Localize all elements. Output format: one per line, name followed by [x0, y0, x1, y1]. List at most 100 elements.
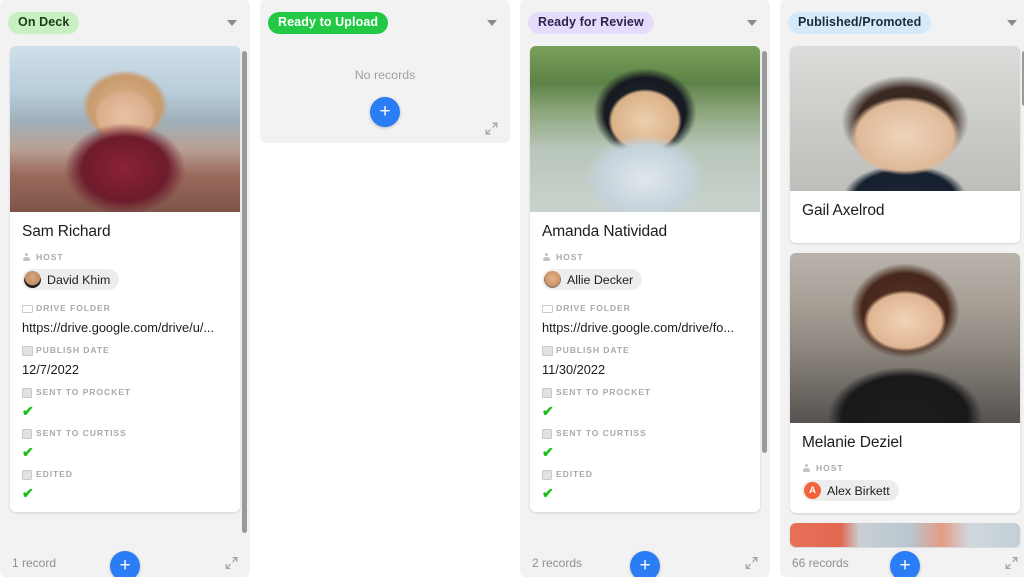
- field-label: PUBLISH DATE: [542, 345, 748, 357]
- chevron-down-icon[interactable]: [747, 20, 757, 26]
- field-label-text: SENT TO CURTISS: [556, 428, 647, 438]
- expand-icon[interactable]: [485, 122, 498, 135]
- expand-icon[interactable]: [225, 556, 238, 569]
- column-tag-ready-to-upload: Ready to Upload: [268, 11, 389, 35]
- user-chip-name: David Khim: [47, 272, 111, 287]
- card[interactable]: [790, 523, 1020, 547]
- field-drive-folder: DRIVE FOLDER https://drive.google.com/dri…: [542, 303, 748, 335]
- checkbox-icon: [542, 387, 553, 399]
- expand-icon[interactable]: [1005, 556, 1018, 569]
- avatar: [544, 271, 561, 288]
- person-icon: [22, 252, 31, 262]
- column-header-on-deck: On Deck: [0, 0, 250, 46]
- card[interactable]: Melanie Deziel HOST A Alex Birkett: [790, 253, 1020, 513]
- calendar-icon: [22, 346, 33, 357]
- field-label: DRIVE FOLDER: [22, 303, 228, 313]
- field-host: HOST David Khim: [22, 252, 228, 293]
- field-value: https://drive.google.com/drive/u/...: [22, 320, 215, 335]
- column-ready-to-upload: Ready to Upload No records +: [260, 0, 510, 143]
- chevron-down-icon[interactable]: [487, 20, 497, 26]
- field-label-text: EDITED: [556, 469, 593, 479]
- card-title: Amanda Natividad: [542, 223, 668, 240]
- column-scrollbar[interactable]: [242, 51, 247, 533]
- checkbox-icon: [542, 469, 553, 481]
- field-label: HOST: [542, 252, 748, 262]
- column-header-ready-for-review: Ready for Review: [520, 0, 770, 46]
- field-label: EDITED: [22, 469, 228, 481]
- field-label: HOST: [22, 252, 228, 262]
- column-body-ready-for-review[interactable]: Amanda Natividad HOST Allie Decker DRIVE FO…: [520, 46, 770, 548]
- field-label-text: SENT TO PROCKET: [36, 387, 131, 397]
- field-sent-to-procket: SENT TO PROCKET ✔: [542, 387, 748, 418]
- checkbox-value: ✔: [542, 485, 554, 501]
- avatar: [24, 271, 41, 288]
- checkbox-icon: [22, 428, 33, 440]
- field-publish-date: PUBLISH DATE 12/7/2022: [22, 345, 228, 377]
- user-chip[interactable]: Allie Decker: [542, 269, 643, 290]
- checkbox-icon: [22, 387, 33, 399]
- person-icon: [542, 252, 551, 262]
- field-label-text: DRIVE FOLDER: [36, 303, 111, 313]
- add-record-button[interactable]: +: [890, 551, 920, 577]
- card-photo: [790, 253, 1020, 423]
- checkbox-value: ✔: [22, 403, 34, 419]
- field-label-text: PUBLISH DATE: [556, 345, 630, 355]
- checkbox-value: ✔: [22, 485, 34, 501]
- field-label-text: HOST: [816, 463, 844, 473]
- card-title: Gail Axelrod: [802, 202, 885, 219]
- checkbox-icon: [22, 469, 33, 481]
- field-sent-to-curtiss: SENT TO CURTISS ✔: [22, 428, 228, 459]
- column-on-deck: On Deck Sam Richard HOST David Khim DRIVE FO…: [0, 0, 250, 577]
- card[interactable]: Sam Richard HOST David Khim DRIVE FOLDER htt…: [10, 46, 240, 512]
- field-host: HOST A Alex Birkett: [802, 463, 1008, 501]
- field-label-text: HOST: [556, 252, 584, 262]
- column-header-published-promoted: Published/Promoted: [780, 0, 1024, 46]
- field-label-text: EDITED: [36, 469, 73, 479]
- column-scrollbar[interactable]: [762, 51, 767, 453]
- column-tag-on-deck: On Deck: [8, 11, 80, 35]
- card-photo: [530, 46, 760, 212]
- field-sent-to-procket: SENT TO PROCKET ✔: [22, 387, 228, 418]
- column-body-published-promoted[interactable]: Gail Axelrod Melanie Deziel HOST A Alex Birk…: [780, 46, 1024, 548]
- chevron-down-icon[interactable]: [227, 20, 237, 26]
- field-label: HOST: [802, 463, 1008, 473]
- card-title: Sam Richard: [22, 223, 111, 240]
- field-publish-date: PUBLISH DATE 11/30/2022: [542, 345, 748, 377]
- field-drive-folder: DRIVE FOLDER https://drive.google.com/dri…: [22, 303, 228, 335]
- empty-footer: +: [260, 82, 510, 143]
- add-record-button[interactable]: +: [630, 551, 660, 577]
- user-chip[interactable]: A Alex Birkett: [802, 480, 899, 501]
- checkbox-icon: [542, 428, 553, 440]
- add-record-button[interactable]: +: [110, 551, 140, 577]
- empty-records-label: No records: [354, 68, 416, 82]
- kanban-board: On Deck Sam Richard HOST David Khim DRIVE FO…: [0, 0, 1024, 577]
- field-sent-to-curtiss: SENT TO CURTISS ✔: [542, 428, 748, 459]
- add-record-button[interactable]: +: [370, 97, 400, 127]
- user-chip-name: Alex Birkett: [827, 483, 890, 498]
- card-content: Melanie Deziel HOST A Alex Birkett: [790, 423, 1020, 513]
- card[interactable]: Gail Axelrod: [790, 46, 1020, 243]
- card-content: Amanda Natividad HOST Allie Decker DRIVE FO…: [530, 212, 760, 512]
- user-chip[interactable]: David Khim: [22, 269, 120, 290]
- person-icon: [802, 463, 811, 473]
- column-tag-published-promoted: Published/Promoted: [788, 11, 932, 35]
- field-label-text: PUBLISH DATE: [36, 345, 110, 355]
- field-label: EDITED: [542, 469, 748, 481]
- checkbox-value: ✔: [22, 444, 34, 460]
- expand-icon[interactable]: [745, 556, 758, 569]
- card[interactable]: Amanda Natividad HOST Allie Decker DRIVE FO…: [530, 46, 760, 512]
- avatar: A: [804, 482, 821, 499]
- checkbox-value: ✔: [542, 444, 554, 460]
- chevron-down-icon[interactable]: [1007, 20, 1017, 26]
- card-photo: [790, 46, 1020, 191]
- column-footer-on-deck: 1 record +: [0, 548, 250, 577]
- field-edited: EDITED ✔: [542, 469, 748, 500]
- field-edited: EDITED ✔: [22, 469, 228, 500]
- field-host: HOST Allie Decker: [542, 252, 748, 293]
- field-label: SENT TO CURTISS: [542, 428, 748, 440]
- record-count: 2 records: [532, 555, 583, 570]
- field-label-text: HOST: [36, 252, 64, 262]
- column-body-on-deck[interactable]: Sam Richard HOST David Khim DRIVE FOLDER htt…: [0, 46, 250, 548]
- card-content: Gail Axelrod: [790, 191, 1020, 243]
- card-content: Sam Richard HOST David Khim DRIVE FOLDER htt…: [10, 212, 240, 512]
